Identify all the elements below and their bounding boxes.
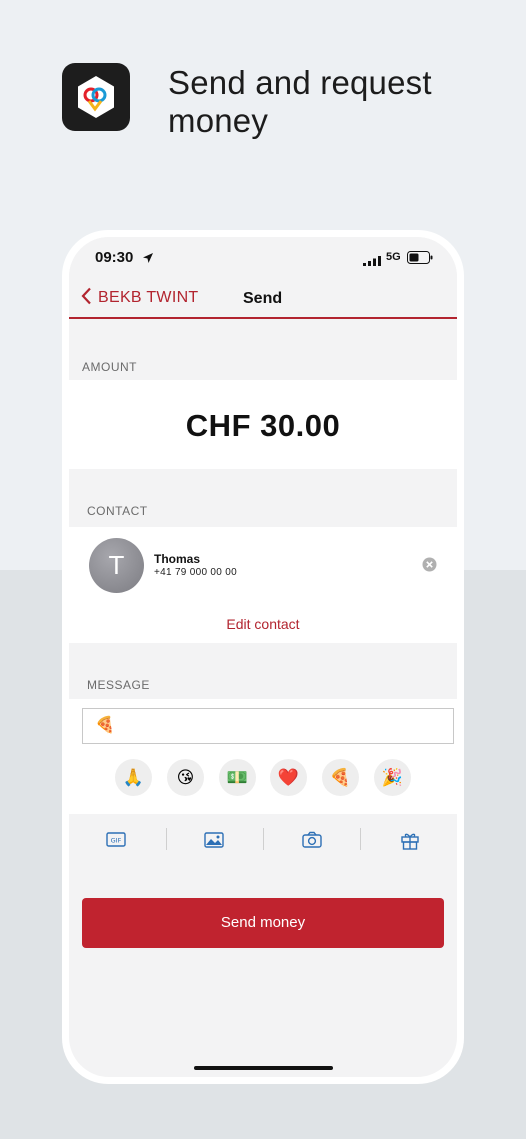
gif-icon[interactable]: GIF — [99, 828, 133, 852]
status-bar: 09:30 5G — [69, 237, 457, 281]
back-label: BEKB TWINT — [98, 289, 199, 306]
twint-app-icon — [62, 63, 130, 131]
nav-divider — [69, 317, 457, 319]
camera-icon[interactable] — [295, 828, 329, 852]
attachment-bar: GIF — [69, 814, 457, 866]
phone-screen: 09:30 5G BEKB TWINT Send AMOUNT CHF 30.0… — [69, 237, 457, 1077]
headline: Send and request money — [168, 64, 432, 139]
emoji-option[interactable]: ❤️ — [270, 759, 307, 796]
navigation-bar: BEKB TWINT Send — [69, 281, 457, 318]
amount-card[interactable]: CHF 30.00 — [69, 380, 457, 469]
home-indicator[interactable] — [194, 1066, 333, 1070]
contact-card: T Thomas +41 79 000 00 00 Edit contact — [69, 527, 457, 643]
battery-icon — [407, 251, 433, 269]
network-type: 5G — [386, 251, 401, 263]
clear-contact-icon[interactable] — [422, 557, 437, 577]
gift-icon[interactable] — [393, 828, 427, 852]
avatar: T — [89, 538, 144, 593]
emoji-option[interactable]: 💵 — [219, 759, 256, 796]
page-title: Send — [243, 290, 283, 307]
status-time: 09:30 — [95, 249, 134, 266]
contact-section-label: CONTACT — [87, 504, 148, 518]
edit-contact-link[interactable]: Edit contact — [69, 616, 457, 632]
image-icon[interactable] — [197, 828, 231, 852]
message-card: 🍕 🙏 😘 💵 ❤️ 🍕 🎉 — [69, 699, 457, 814]
emoji-option[interactable]: 🎉 — [374, 759, 411, 796]
send-money-button[interactable]: Send money — [82, 898, 444, 948]
attachment-separator — [166, 828, 167, 850]
back-button[interactable]: BEKB TWINT — [81, 285, 199, 311]
message-section-label: MESSAGE — [87, 678, 150, 692]
location-arrow-icon — [142, 251, 154, 269]
emoji-option[interactable]: 🍕 — [322, 759, 359, 796]
amount-value: CHF 30.00 — [185, 408, 341, 443]
emoji-option[interactable]: 😘 — [167, 759, 204, 796]
attachment-separator — [263, 828, 264, 850]
attachment-separator — [360, 828, 361, 850]
chevron-left-icon — [81, 287, 92, 310]
contact-name: Thomas — [154, 552, 201, 566]
message-input[interactable]: 🍕 — [82, 708, 454, 744]
svg-text:GIF: GIF — [111, 837, 122, 845]
emoji-option[interactable]: 🙏 — [115, 759, 152, 796]
signal-icon — [363, 253, 381, 271]
amount-section-label: AMOUNT — [82, 360, 137, 374]
contact-phone: +41 79 000 00 00 — [154, 567, 237, 578]
